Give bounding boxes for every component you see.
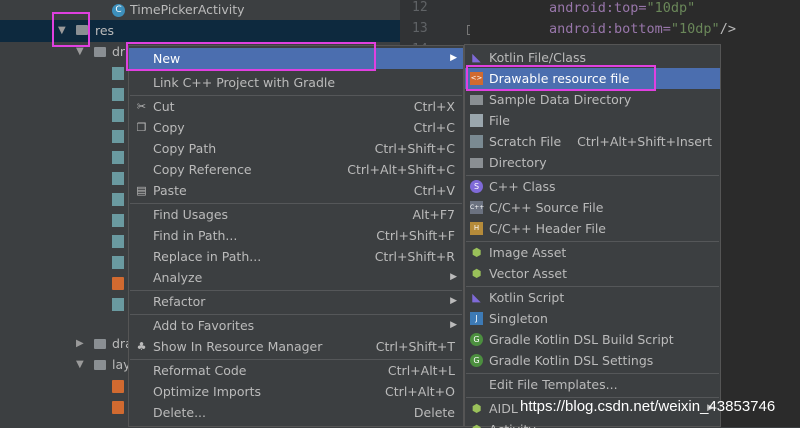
submenu-arrow-icon: ▶ xyxy=(450,296,457,306)
class-icon: C xyxy=(112,4,125,17)
folder-icon xyxy=(94,339,106,349)
xml-file-icon xyxy=(112,256,124,269)
menu-item-copy-path[interactable]: Copy Path Ctrl+Shift+C xyxy=(129,138,463,159)
highlight-box-new xyxy=(126,42,376,71)
xml-file-icon xyxy=(112,193,124,206)
new-submenu: ◣ Kotlin File/Class <> Drawable resource f… xyxy=(464,44,721,428)
folder-icon xyxy=(470,158,483,168)
folder-icon xyxy=(94,360,106,370)
menu-item-cpp-class[interactable]: S C++ Class xyxy=(465,176,720,197)
menu-item-vector-asset[interactable]: ⬢ Vector Asset xyxy=(465,263,720,284)
menu-item-reformat[interactable]: Reformat Code Ctrl+Alt+L xyxy=(129,360,463,381)
menu-item-paste[interactable]: ▤ Paste Ctrl+V xyxy=(129,180,463,201)
singleton-icon: J xyxy=(470,312,483,325)
expand-arrow-icon[interactable]: ▼ xyxy=(76,354,90,376)
paste-icon: ▤ xyxy=(136,184,147,197)
menu-item-copy[interactable]: ❐ Copy Ctrl+C xyxy=(129,117,463,138)
layout-file-icon xyxy=(112,380,124,393)
collapse-arrow-icon[interactable]: ▶ xyxy=(76,333,90,355)
resource-manager-icon: ♣ xyxy=(136,340,147,353)
xml-file-icon xyxy=(112,67,124,80)
code-line: android:top="10dp" xyxy=(549,0,696,16)
menu-item-cpp-source[interactable]: C++ C/C++ Source File xyxy=(465,197,720,218)
menu-item-cpp-header[interactable]: H C/C++ Header File xyxy=(465,218,720,239)
kotlin-icon: ◣ xyxy=(472,51,481,64)
line-number: 13 xyxy=(412,21,428,36)
highlight-box-res xyxy=(52,12,90,47)
menu-item-replace-in-path[interactable]: Replace in Path... Ctrl+Shift+R xyxy=(129,246,463,267)
xml-file-icon xyxy=(112,214,124,227)
menu-item-image-asset[interactable]: ⬢ Image Asset xyxy=(465,242,720,263)
menu-item-singleton[interactable]: J Singleton xyxy=(465,308,720,329)
menu-item-edit-templates[interactable]: Edit File Templates... xyxy=(465,374,720,395)
submenu-arrow-icon: ▶ xyxy=(450,272,457,282)
menu-item-show-resource-manager[interactable]: ♣ Show In Resource Manager Ctrl+Shift+T xyxy=(129,336,463,357)
menu-item-add-favorites[interactable]: Add to Favorites ▶ xyxy=(129,315,463,336)
gradle-icon: G xyxy=(470,333,483,346)
tree-item-timepicker[interactable]: C TimePickerActivity xyxy=(112,0,245,21)
scissors-icon: ✂ xyxy=(136,100,147,113)
copy-icon: ❐ xyxy=(136,121,147,134)
menu-item-file[interactable]: File xyxy=(465,110,720,131)
folder-icon xyxy=(470,95,483,105)
cpp-class-icon: S xyxy=(470,180,483,193)
layout-file-icon xyxy=(112,401,124,414)
xml-file-icon xyxy=(112,88,124,101)
code-line: android:bottom="10dp"/> xyxy=(549,21,736,37)
android-icon: ⬢ xyxy=(471,246,482,259)
menu-item-find-in-path[interactable]: Find in Path... Ctrl+Shift+F xyxy=(129,225,463,246)
menu-item-directory[interactable]: Directory xyxy=(465,152,720,173)
menu-item-analyze[interactable]: Analyze ▶ xyxy=(129,267,463,288)
gradle-icon: G xyxy=(470,354,483,367)
file-icons-column xyxy=(112,67,126,319)
vector-file-icon xyxy=(112,277,124,290)
file-icon xyxy=(470,114,483,127)
xml-file-icon xyxy=(112,151,124,164)
xml-file-icon xyxy=(112,298,124,311)
xml-file-icon xyxy=(112,172,124,185)
cpp-header-icon: H xyxy=(470,222,483,235)
menu-item-gradle-build[interactable]: G Gradle Kotlin DSL Build Script xyxy=(465,329,720,350)
menu-item-link-cpp[interactable]: Link C++ Project with Gradle xyxy=(129,72,463,93)
menu-item-find-usages[interactable]: Find Usages Alt+F7 xyxy=(129,204,463,225)
xml-file-icon xyxy=(112,109,124,122)
menu-item-cut[interactable]: ✂ Cut Ctrl+X xyxy=(129,96,463,117)
menu-item-refactor[interactable]: Refactor ▶ xyxy=(129,291,463,312)
menu-item-gradle-settings[interactable]: G Gradle Kotlin DSL Settings xyxy=(465,350,720,371)
layout-file-icons xyxy=(112,380,128,422)
highlight-box-drawable xyxy=(466,65,656,91)
android-icon: ⬢ xyxy=(471,267,482,280)
menu-item-scratch-file[interactable]: Scratch File Ctrl+Alt+Shift+Insert xyxy=(465,131,720,152)
xml-file-icon xyxy=(112,130,124,143)
folder-icon xyxy=(94,47,106,57)
menu-item-copy-reference[interactable]: Copy Reference Ctrl+Alt+Shift+C xyxy=(129,159,463,180)
submenu-arrow-icon: ▶ xyxy=(450,320,457,330)
menu-item-delete[interactable]: Delete... Delete xyxy=(129,402,463,423)
scratch-file-icon xyxy=(470,135,483,148)
cpp-source-icon: C++ xyxy=(470,201,484,214)
menu-item-kotlin-script[interactable]: ◣ Kotlin Script xyxy=(465,287,720,308)
submenu-arrow-icon: ▶ xyxy=(450,53,457,63)
context-menu: New ▶ Link C++ Project with Gradle ✂ Cut Ct… xyxy=(128,45,464,427)
watermark: https://blog.csdn.net/weixin_43853746 xyxy=(520,398,776,415)
line-number: 12 xyxy=(412,0,428,15)
android-icon: ⬢ xyxy=(471,402,482,415)
menu-item-optimize-imports[interactable]: Optimize Imports Ctrl+Alt+O xyxy=(129,381,463,402)
android-icon: ⬢ xyxy=(470,423,483,428)
kotlin-icon: ◣ xyxy=(472,291,481,304)
menu-item-sample-data[interactable]: Sample Data Directory xyxy=(465,89,720,110)
xml-file-icon xyxy=(112,235,124,248)
